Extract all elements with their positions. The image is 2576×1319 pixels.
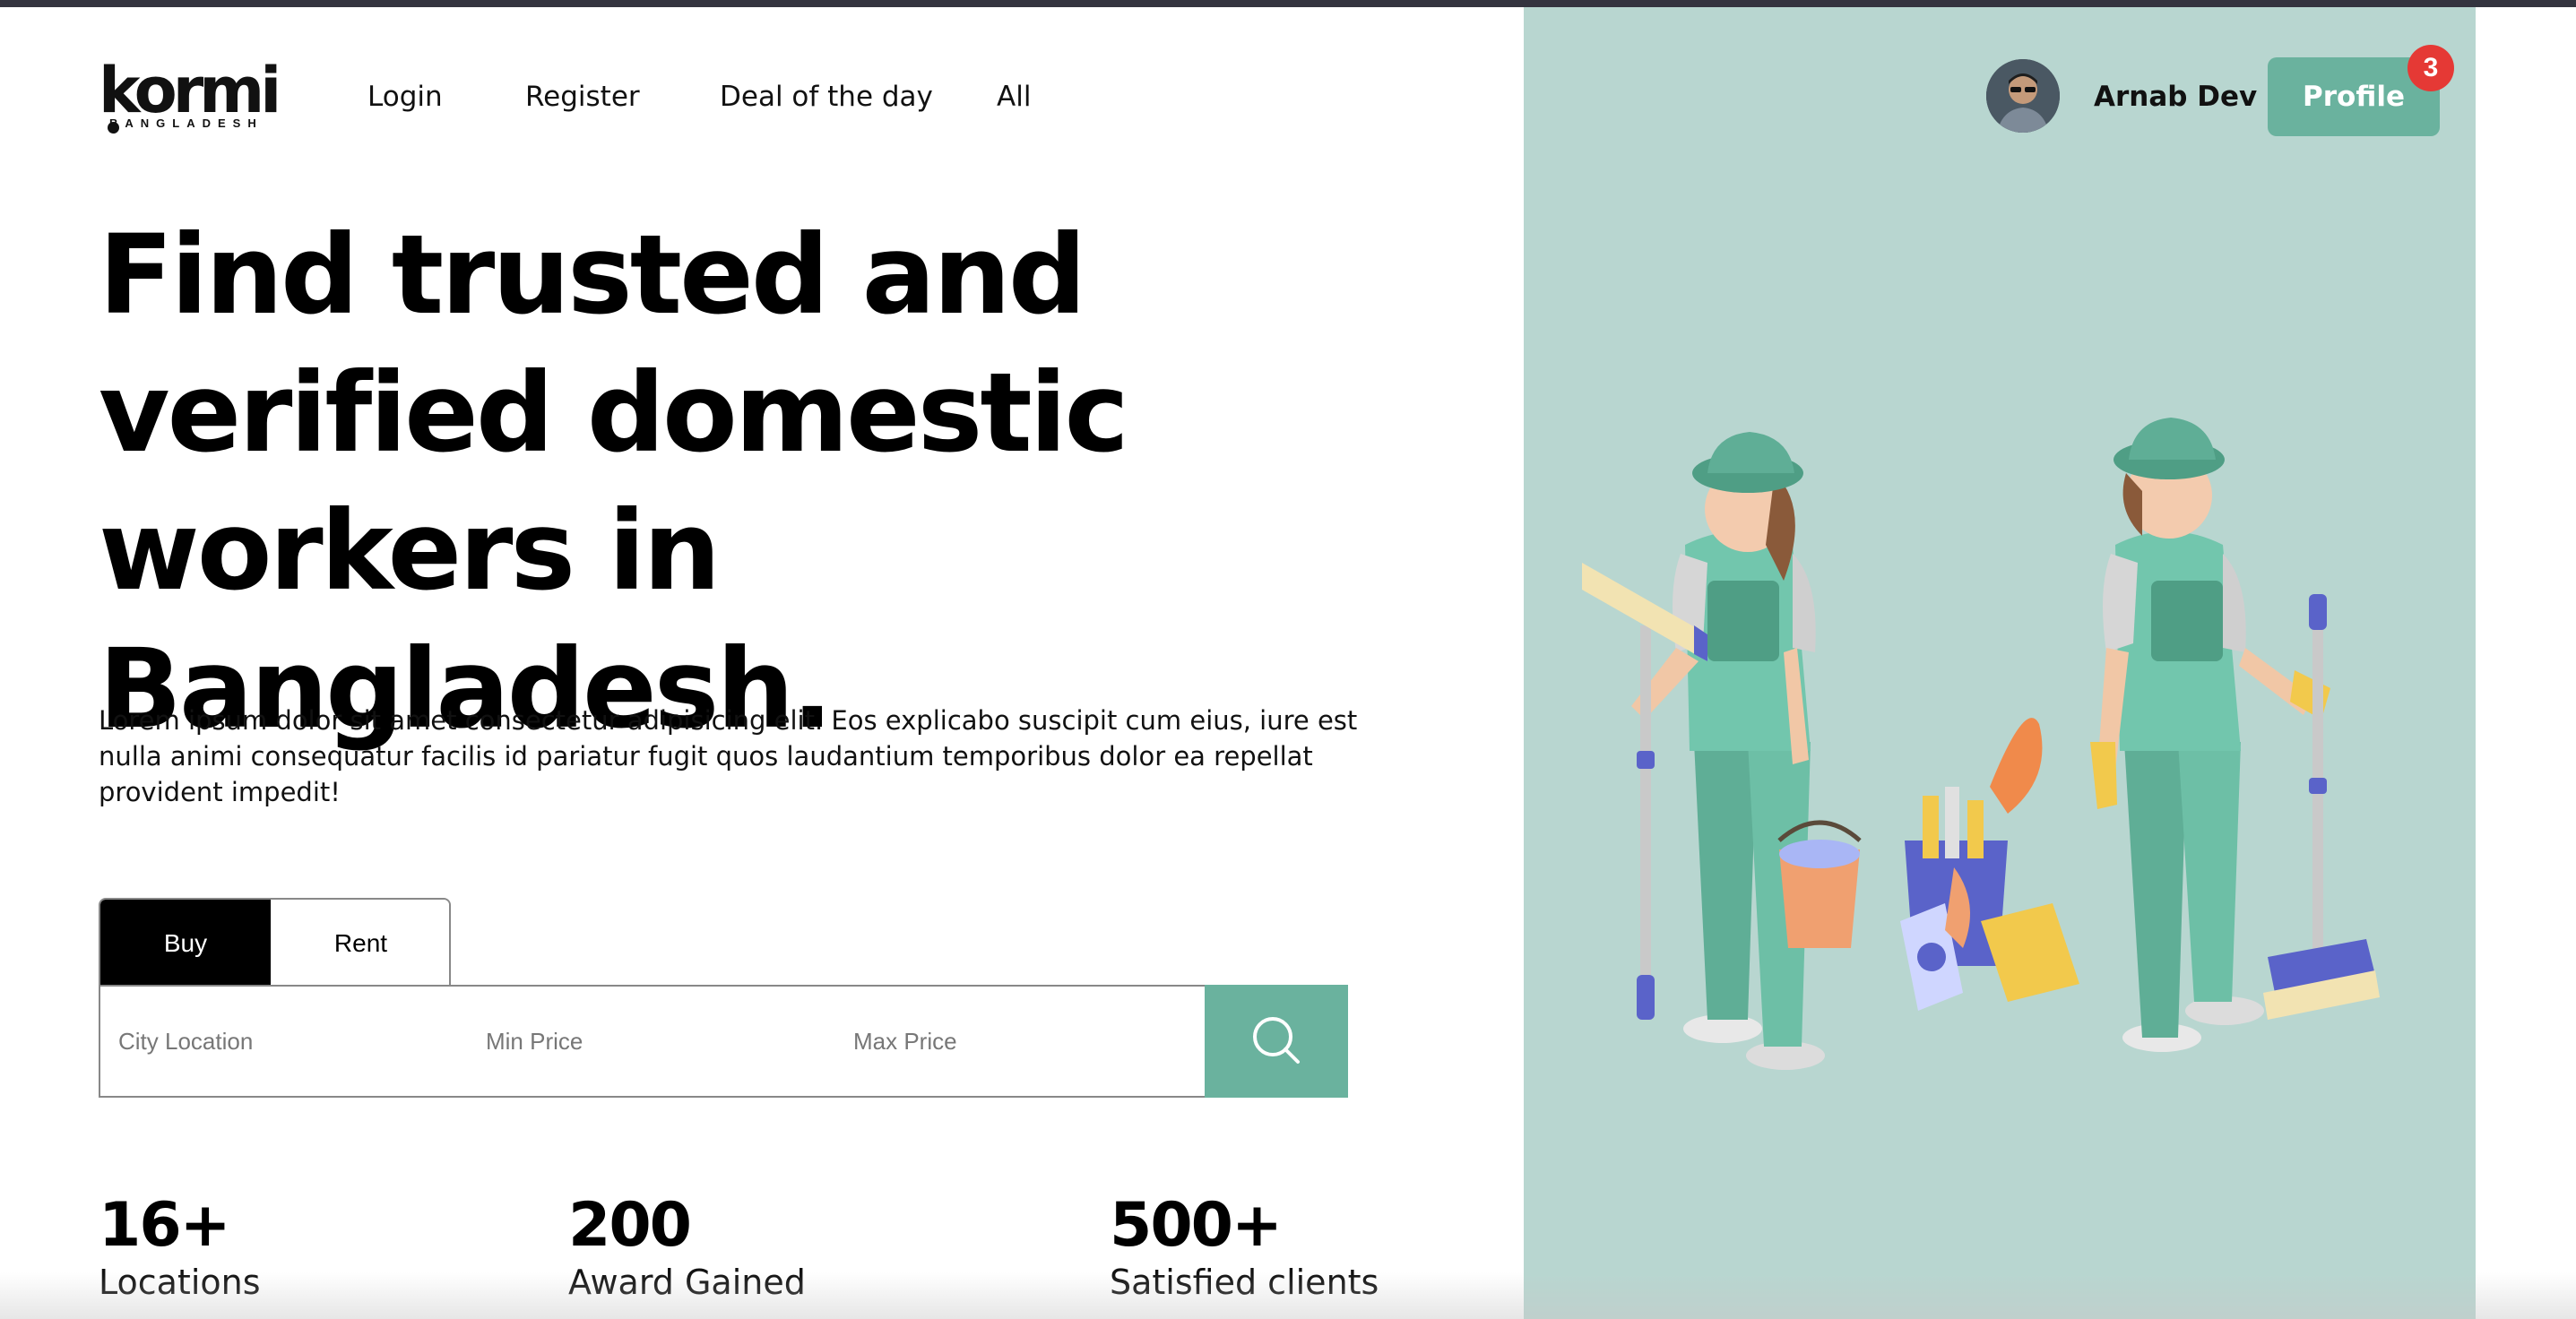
brand-logo[interactable]: kormi BANGLADESH (99, 59, 287, 134)
hero-headline: Find trusted and verified domestic worke… (99, 206, 1353, 758)
stat-locations: 16+ Locations (99, 1188, 261, 1305)
avatar-icon (1986, 59, 2060, 133)
stat-label: Locations (99, 1263, 261, 1302)
brand-name: kormi (99, 54, 281, 127)
nav-deal-of-the-day[interactable]: Deal of the day (720, 77, 933, 116)
search-button[interactable] (1205, 985, 1348, 1098)
user-name[interactable]: Arnab Dev (2094, 77, 2257, 116)
search-icon (1253, 1017, 1300, 1064)
tab-buy[interactable]: Buy (100, 900, 271, 986)
headline-line-2: verified domestic (99, 349, 1129, 477)
search-tabs: Buy Rent (99, 898, 451, 986)
left-worker-figure (1582, 432, 1862, 1070)
right-gutter (2476, 7, 2576, 1319)
min-price-input[interactable] (486, 987, 826, 1096)
cleaning-workers-illustration (1582, 418, 2380, 1070)
max-price-input[interactable] (853, 987, 1194, 1096)
stat-value: 16+ (99, 1190, 231, 1261)
cleaning-supplies (1900, 718, 2079, 1011)
search-bar (99, 985, 1348, 1098)
stat-value: 500+ (1110, 1190, 1283, 1261)
stat-label: Award Gained (568, 1263, 806, 1302)
city-location-input[interactable] (118, 987, 459, 1096)
nav-login[interactable]: Login (367, 77, 443, 116)
brand-tagline: BANGLADESH (109, 116, 264, 130)
notification-badge[interactable]: 3 (2407, 45, 2454, 91)
right-worker-figure (2090, 418, 2380, 1052)
headline-line-1: Find trusted and (99, 211, 1086, 339)
stat-satisfied-clients: 500+ Satisfied clients (1110, 1188, 1379, 1305)
nav-register[interactable]: Register (525, 77, 640, 116)
user-avatar[interactable] (1986, 59, 2060, 133)
tab-rent[interactable]: Rent (271, 900, 449, 986)
window-top-strip (0, 0, 2576, 7)
nav-all[interactable]: All (997, 77, 1031, 116)
stat-label: Satisfied clients (1110, 1263, 1379, 1302)
stat-award-gained: 200 Award Gained (568, 1188, 806, 1305)
hero-description: Lorem ipsum dolor sit amet consectetur a… (99, 705, 1358, 807)
stat-value: 200 (568, 1190, 692, 1261)
